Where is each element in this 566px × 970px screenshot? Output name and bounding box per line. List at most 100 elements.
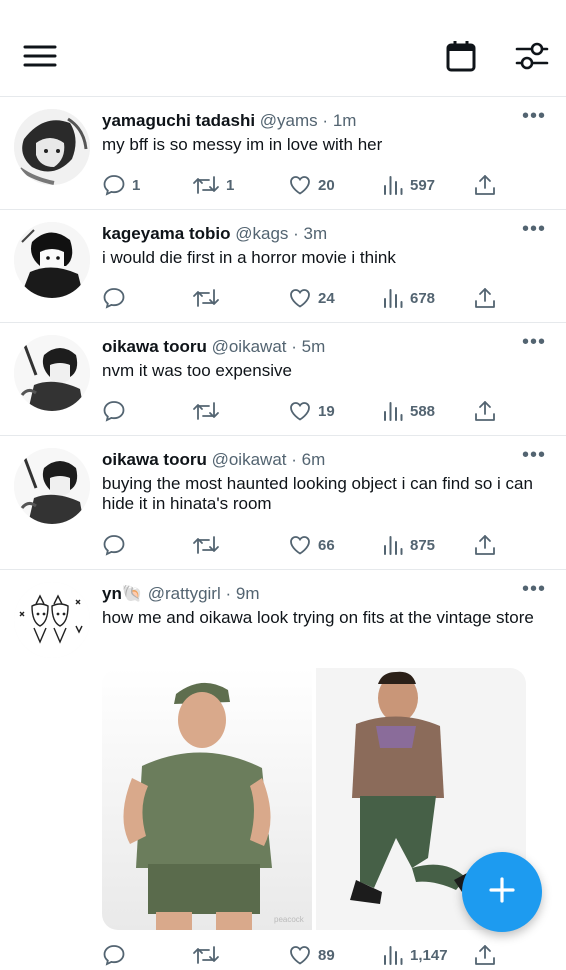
- avatar[interactable]: [14, 222, 90, 298]
- author-name[interactable]: oikawa tooru: [102, 337, 207, 356]
- avatar[interactable]: [14, 448, 90, 524]
- share-button[interactable]: [474, 943, 496, 967]
- watermark-text: peacock: [274, 915, 305, 924]
- tweet-text: i would die first in a horror movie i th…: [102, 248, 396, 267]
- more-options-icon[interactable]: •••: [522, 219, 546, 239]
- separator-dot: ·: [291, 337, 297, 356]
- media-photo[interactable]: peacock: [102, 668, 312, 930]
- share-icon: [474, 533, 496, 557]
- timestamp[interactable]: 1m: [333, 111, 357, 130]
- avatar[interactable]: [14, 109, 90, 185]
- views-button[interactable]: 875: [382, 533, 435, 557]
- timestamp[interactable]: 5m: [302, 337, 326, 356]
- views-button[interactable]: 678: [382, 286, 435, 310]
- separator-dot: ·: [322, 111, 329, 130]
- share-button[interactable]: [474, 173, 496, 197]
- views-count: 678: [410, 289, 436, 307]
- heart-icon: [288, 173, 312, 197]
- author-handle[interactable]: @yams: [260, 111, 318, 130]
- retweet-button[interactable]: 1: [192, 173, 234, 197]
- author-name[interactable]: kageyama tobio: [102, 224, 231, 243]
- author-name[interactable]: oikawa tooru: [102, 450, 207, 469]
- like-button[interactable]: 24: [288, 286, 335, 310]
- heart-icon: [288, 943, 312, 967]
- action-bar: 89 1,147: [102, 943, 506, 967]
- views-count: 597: [410, 176, 436, 194]
- action-bar: 24 678: [102, 286, 506, 310]
- plus-icon: [488, 876, 516, 909]
- reply-icon: [102, 533, 126, 557]
- retweet-icon: [192, 943, 220, 967]
- calendar-icon[interactable]: [441, 38, 481, 74]
- reply-button[interactable]: [102, 533, 132, 557]
- more-options-icon[interactable]: •••: [522, 106, 546, 126]
- share-button[interactable]: [474, 286, 496, 310]
- views-icon: [382, 533, 404, 557]
- views-button[interactable]: 597: [382, 173, 435, 197]
- menu-icon[interactable]: [20, 38, 60, 74]
- compose-button[interactable]: [462, 852, 542, 932]
- action-bar: 1 1 20 597: [102, 173, 506, 197]
- tweet[interactable]: oikawa tooru @oikawat · 5m nvm it was to…: [0, 323, 566, 436]
- like-button[interactable]: 66: [288, 533, 335, 557]
- timestamp[interactable]: 6m: [302, 450, 326, 469]
- share-icon: [474, 286, 496, 310]
- author-handle[interactable]: @rattygirl: [148, 584, 221, 603]
- heart-icon: [288, 399, 312, 423]
- retweet-button[interactable]: [192, 286, 226, 310]
- like-button[interactable]: 20: [288, 173, 335, 197]
- reply-icon: [102, 943, 126, 967]
- share-icon: [474, 399, 496, 423]
- top-bar: [0, 0, 566, 97]
- reply-button[interactable]: [102, 399, 132, 423]
- action-bar: 66 875: [102, 533, 506, 557]
- tweet[interactable]: oikawa tooru @oikawat · 6m buying the mo…: [0, 436, 566, 570]
- separator-dot: ·: [225, 584, 232, 603]
- more-options-icon[interactable]: •••: [522, 332, 546, 352]
- heart-icon: [288, 533, 312, 557]
- reply-button[interactable]: [102, 943, 132, 967]
- reply-button[interactable]: 1: [102, 173, 140, 197]
- reply-icon: [102, 286, 126, 310]
- like-button[interactable]: 89: [288, 943, 335, 967]
- author-handle[interactable]: @oikawat: [212, 337, 287, 356]
- avatar[interactable]: [14, 582, 90, 658]
- views-button[interactable]: 588: [382, 399, 435, 423]
- heart-icon: [288, 286, 312, 310]
- retweet-button[interactable]: [192, 943, 226, 967]
- tweet[interactable]: kageyama tobio @kags · 3m i would die fi…: [0, 210, 566, 323]
- share-icon: [474, 943, 496, 967]
- share-icon: [474, 173, 496, 197]
- timestamp[interactable]: 3m: [304, 224, 328, 243]
- views-icon: [382, 286, 404, 310]
- author-name[interactable]: yn: [102, 584, 122, 603]
- author-handle[interactable]: @oikawat: [212, 450, 287, 469]
- views-count: 875: [410, 536, 436, 554]
- views-count: 588: [410, 402, 436, 420]
- share-button[interactable]: [474, 533, 496, 557]
- share-button[interactable]: [474, 399, 496, 423]
- shell-emoji: 🐚: [121, 584, 144, 603]
- tweet[interactable]: yamaguchi tadashi @yams · 1m my bff is s…: [0, 97, 566, 210]
- author-name[interactable]: yamaguchi tadashi: [102, 111, 255, 130]
- tweet-text: buying the most haunted looking object i…: [102, 474, 533, 513]
- views-button[interactable]: 1,147: [382, 943, 448, 967]
- reply-count: 1: [132, 176, 141, 194]
- retweet-icon: [192, 286, 220, 310]
- filter-settings-icon[interactable]: [512, 38, 552, 74]
- more-options-icon[interactable]: •••: [522, 579, 546, 599]
- views-icon: [382, 173, 404, 197]
- separator-dot: ·: [293, 224, 299, 243]
- like-count: 66: [318, 536, 335, 554]
- retweet-count: 1: [226, 176, 235, 194]
- more-options-icon[interactable]: •••: [522, 445, 546, 465]
- author-handle[interactable]: @kags: [235, 224, 288, 243]
- like-count: 24: [318, 289, 335, 307]
- timestamp[interactable]: 9m: [236, 584, 260, 603]
- retweet-button[interactable]: [192, 533, 226, 557]
- like-button[interactable]: 19: [288, 399, 335, 423]
- reply-button[interactable]: [102, 286, 132, 310]
- avatar[interactable]: [14, 335, 90, 411]
- retweet-button[interactable]: [192, 399, 226, 423]
- retweet-icon: [192, 533, 220, 557]
